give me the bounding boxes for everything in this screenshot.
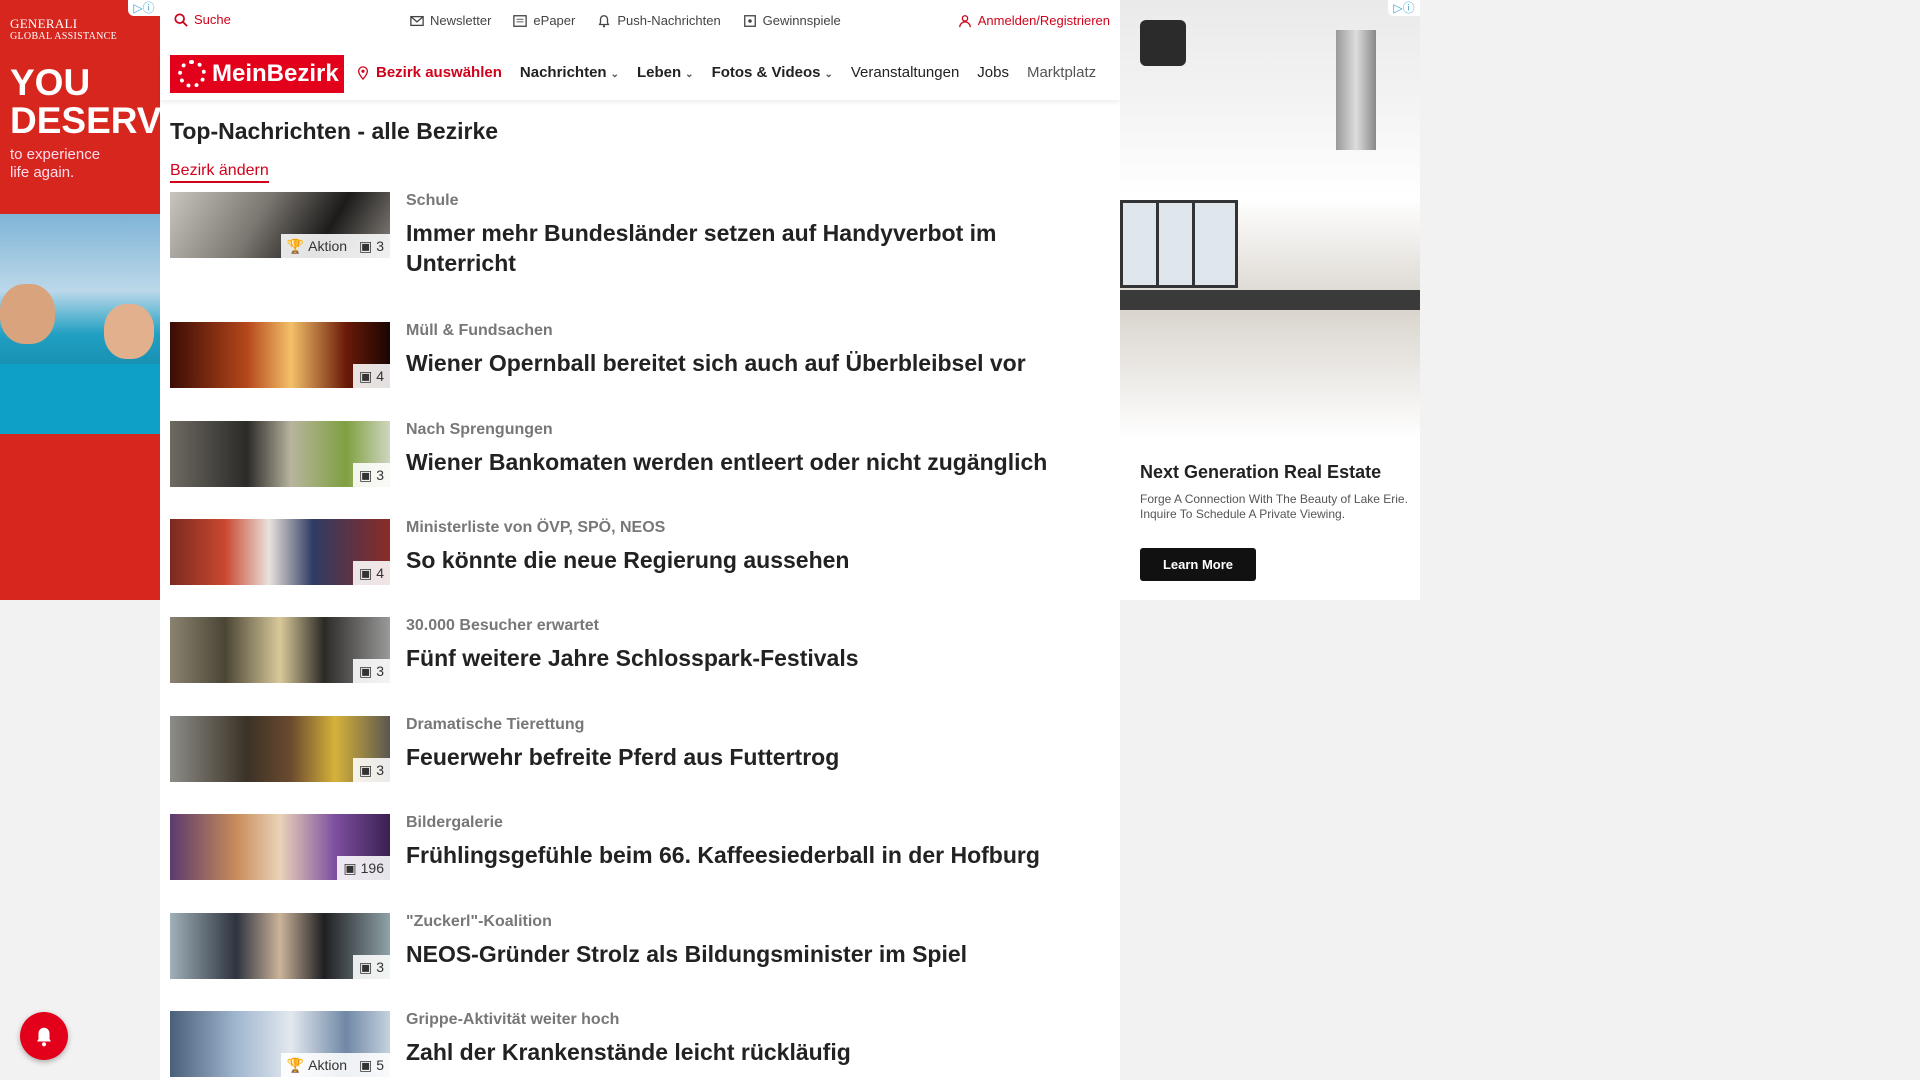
ad-image bbox=[1120, 0, 1420, 440]
mail-icon bbox=[410, 15, 424, 26]
article-title[interactable]: So könnte die neue Regierung aussehen bbox=[406, 545, 1106, 575]
chevron-down-icon: ⌄ bbox=[610, 69, 619, 80]
gallery-icon: ▣ bbox=[358, 564, 373, 581]
article-category: 30.000 Besucher erwartet bbox=[406, 617, 599, 634]
nav-nachrichten[interactable]: Nachrichten ⌄ bbox=[520, 64, 619, 81]
article-title[interactable]: Wiener Bankomaten werden entleert oder n… bbox=[406, 447, 1106, 477]
article-category: "Zuckerl"-Koalition bbox=[406, 913, 552, 930]
article-image: ▣ 196 bbox=[170, 814, 390, 880]
nav-marktplatz[interactable]: Marktplatz bbox=[1027, 64, 1096, 81]
page-title: Top-Nachrichten - alle Bezirke bbox=[170, 118, 499, 144]
login-link[interactable]: Anmelden/Registrieren bbox=[958, 13, 1110, 28]
logo-sun-icon bbox=[178, 60, 206, 88]
bell-icon bbox=[598, 14, 610, 27]
nav-fotos-videos[interactable]: Fotos & Videos ⌄ bbox=[712, 64, 833, 81]
article-image: ▣ 3 bbox=[170, 716, 390, 782]
article-image: ▣ 3 bbox=[170, 421, 390, 487]
article-image: ▣ 3 bbox=[170, 617, 390, 683]
article-category: Schule bbox=[406, 192, 459, 209]
games-link[interactable]: Gewinnspiele bbox=[743, 13, 841, 28]
learn-more-button[interactable]: Learn More bbox=[1140, 548, 1256, 581]
gallery-icon: ▣ bbox=[343, 859, 357, 876]
article-title[interactable]: Frühlingsgefühle beim 66. Kaffeesiederba… bbox=[406, 840, 1106, 870]
newspaper-icon bbox=[513, 14, 528, 27]
trophy-icon: 🏆 bbox=[286, 237, 305, 254]
chevron-down-icon: ⌄ bbox=[824, 69, 833, 80]
article-category: Grippe-Aktivität weiter hoch bbox=[406, 1011, 620, 1028]
select-district-button[interactable]: Bezirk auswählen bbox=[356, 64, 502, 81]
article-category: Dramatische Tierettung bbox=[406, 716, 585, 733]
nav-leben[interactable]: Leben ⌄ bbox=[637, 64, 694, 81]
chevron-down-icon: ⌄ bbox=[685, 69, 694, 80]
ad-image bbox=[0, 214, 160, 434]
user-icon bbox=[958, 14, 971, 27]
article-image: 🏆 Aktion ▣ 5 bbox=[170, 1011, 390, 1077]
prize-icon bbox=[743, 14, 756, 27]
search-icon bbox=[174, 12, 188, 27]
gallery-icon: ▣ bbox=[358, 761, 373, 778]
article-image: ▣ 4 bbox=[170, 519, 390, 585]
ad-text: Forge A Connection With The Beauty of La… bbox=[1140, 492, 1408, 521]
main-navigation: MeinBezirk Bezirk auswählen Nachrichten ⌄… bbox=[160, 54, 1120, 100]
change-district-link[interactable]: Bezirk ändern bbox=[170, 162, 269, 183]
article-title[interactable]: Fünf weitere Jahre Schlosspark-Festivals bbox=[406, 643, 1106, 673]
top-bar: Suche Newsletter ePaper Push-Nachrichten… bbox=[160, 0, 1120, 46]
site-logo[interactable]: MeinBezirk bbox=[170, 55, 344, 93]
article-category: Müll & Fundsachen bbox=[406, 322, 553, 339]
gallery-icon: ▣ bbox=[358, 367, 373, 384]
nav-jobs[interactable]: Jobs bbox=[977, 64, 1009, 81]
article-title[interactable]: Feuerwehr befreite Pferd aus Futtertrog bbox=[406, 742, 1106, 772]
epaper-link[interactable]: ePaper bbox=[513, 13, 575, 28]
gallery-icon: ▣ bbox=[358, 1056, 373, 1073]
notification-bell-button[interactable] bbox=[20, 1012, 68, 1060]
nav-veranstaltungen[interactable]: Veranstaltungen bbox=[851, 64, 959, 81]
article-category: Bildergalerie bbox=[406, 814, 503, 831]
ad-headline: Next Generation Real Estate bbox=[1140, 462, 1382, 482]
article-image: ▣ 4 bbox=[170, 322, 390, 388]
gallery-icon: ▣ bbox=[358, 237, 373, 254]
newsletter-link[interactable]: Newsletter bbox=[410, 13, 491, 28]
gallery-icon: ▣ bbox=[358, 466, 373, 483]
trophy-icon: 🏆 bbox=[286, 1056, 305, 1073]
push-link[interactable]: Push-Nachrichten bbox=[597, 13, 721, 28]
bell-icon bbox=[37, 1027, 51, 1047]
right-advertisement[interactable]: ▷ⓘ Next Generation Real Estate Forge A C… bbox=[1120, 0, 1420, 600]
adchoices-icon[interactable]: ▷ⓘ bbox=[1388, 0, 1420, 16]
article-image: 🏆 Aktion ▣ 3 bbox=[170, 192, 390, 258]
article-title[interactable]: NEOS-Gründer Strolz als Bildungsminister… bbox=[406, 939, 1106, 969]
article-image: ▣ 3 bbox=[170, 913, 390, 979]
gallery-icon: ▣ bbox=[358, 662, 373, 679]
ad-subline: to experience life again. bbox=[10, 146, 101, 181]
article-title[interactable]: Wiener Opernball bereitet sich auch auf … bbox=[406, 348, 1106, 378]
article-category: Nach Sprengungen bbox=[406, 421, 553, 438]
left-advertisement[interactable]: GENERALIGLOBAL ASSISTANCE YOU DESERVE to… bbox=[0, 0, 160, 600]
ad-headline: YOU DESERVE bbox=[10, 62, 160, 141]
article-title[interactable]: Immer mehr Bundesländer setzen auf Handy… bbox=[406, 218, 1106, 278]
adchoices-icon[interactable]: ▷ⓘ bbox=[128, 0, 160, 16]
main-column: Suche Newsletter ePaper Push-Nachrichten… bbox=[160, 0, 1120, 1080]
location-pin-icon bbox=[357, 65, 369, 80]
gallery-icon: ▣ bbox=[358, 958, 373, 975]
article-category: Ministerliste von ÖVP, SPÖ, NEOS bbox=[406, 519, 666, 536]
article-title[interactable]: Zahl der Krankenstände leicht rückläufig bbox=[406, 1037, 1106, 1067]
ad-menu-button[interactable] bbox=[1140, 20, 1186, 66]
search-link[interactable]: Suche bbox=[174, 12, 231, 27]
